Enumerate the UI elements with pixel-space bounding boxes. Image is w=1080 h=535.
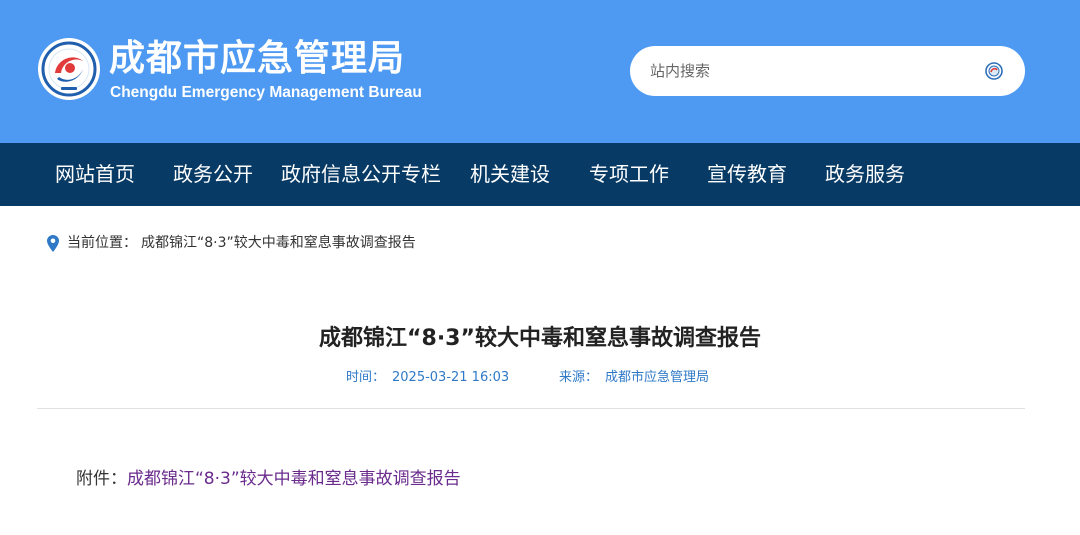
location-pin-icon <box>47 235 59 252</box>
publish-time-label: 时间： <box>346 370 386 385</box>
attachment-label: 附件： <box>76 469 127 489</box>
search-icon[interactable] <box>985 62 1003 80</box>
divider <box>37 408 1025 409</box>
source-value: 成都市应急管理局 <box>605 370 710 385</box>
site-title-english: Chengdu Emergency Management Bureau <box>110 84 422 101</box>
emergency-bureau-emblem-icon[interactable] <box>37 37 101 101</box>
nav-item-special-work[interactable]: 专项工作 <box>589 143 669 206</box>
attachment-link[interactable]: 成都锦江“8·3”较大中毒和窒息事故调查报告 <box>127 469 461 489</box>
site-header: 成都市应急管理局 Chengdu Emergency Management Bu… <box>0 0 1080 143</box>
attachment: 附件：成都锦江“8·3”较大中毒和窒息事故调查报告 <box>76 466 461 492</box>
nav-item-organization-building[interactable]: 机关建设 <box>470 143 550 206</box>
publish-time: 2025-03-21 16:03 <box>392 370 510 385</box>
nav-item-publicity-education[interactable]: 宣传教育 <box>707 143 787 206</box>
article-title: 成都锦江“8·3”较大中毒和窒息事故调查报告 <box>319 326 761 351</box>
main-nav: 网站首页 政务公开 政府信息公开专栏 机关建设 专项工作 宣传教育 政务服务 <box>0 143 1080 206</box>
nav-item-government-affairs[interactable]: 政务公开 <box>173 143 253 206</box>
search-box <box>630 46 1025 96</box>
nav-item-home[interactable]: 网站首页 <box>55 143 135 206</box>
nav-item-information-disclosure[interactable]: 政府信息公开专栏 <box>281 143 441 206</box>
search-input[interactable] <box>650 56 980 86</box>
site-title[interactable]: 成都市应急管理局 <box>109 35 405 83</box>
nav-item-government-services[interactable]: 政务服务 <box>825 143 905 206</box>
breadcrumb-current[interactable]: 成都锦江“8·3”较大中毒和窒息事故调查报告 <box>141 232 416 254</box>
breadcrumb-label: 当前位置： <box>67 235 137 251</box>
source-label: 来源： <box>559 370 599 385</box>
